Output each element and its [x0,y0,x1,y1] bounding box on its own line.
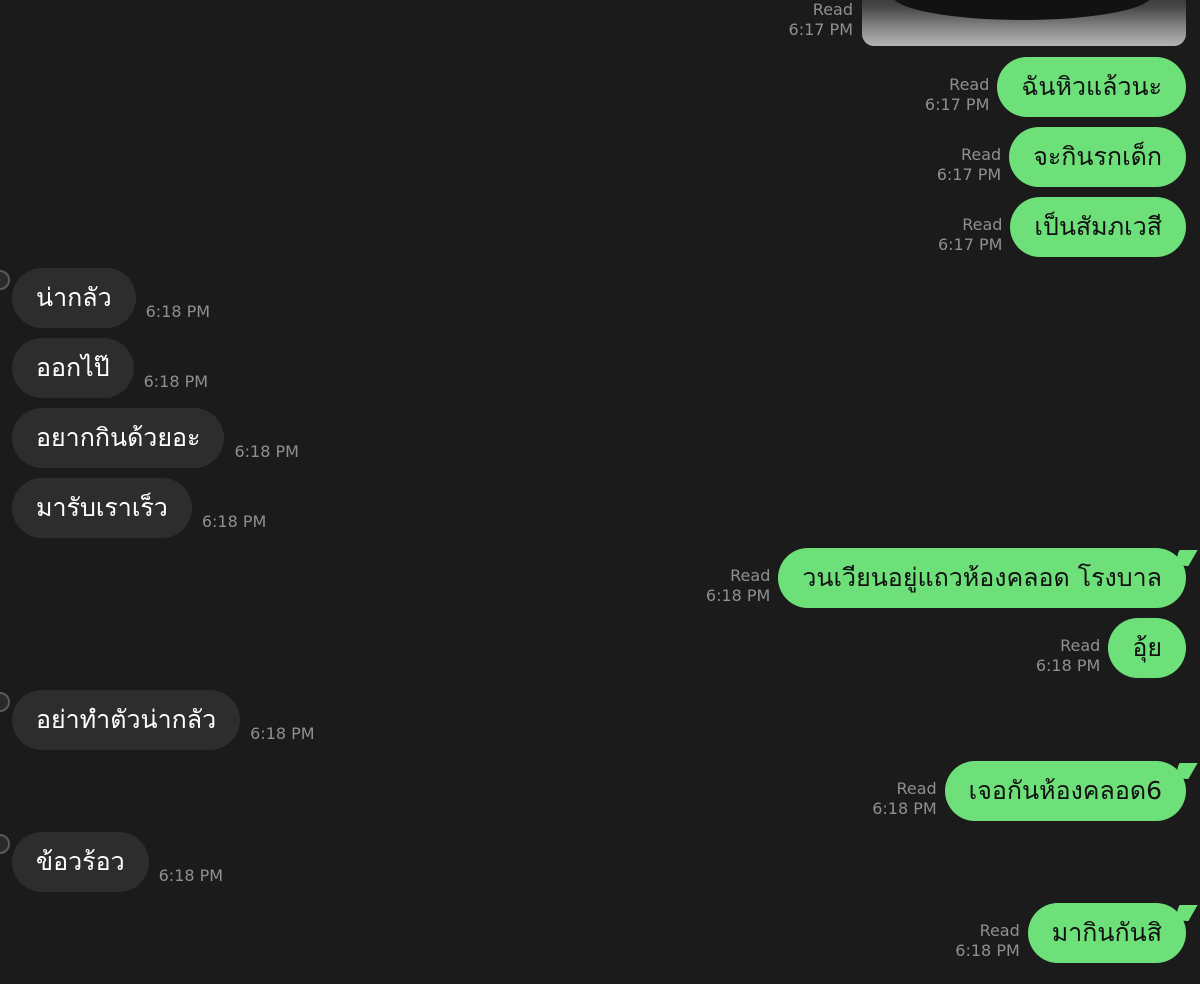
read-status: Read [979,921,1020,940]
message-bubble-incoming[interactable]: อย่าทำตัวน่ากลัว [12,690,241,750]
message-row-outgoing: Read 6:18 PM มากินกันสิ [955,903,1186,963]
message-time: 6:17 PM [936,165,1002,184]
message-time: 6:18 PM [158,866,224,885]
message-time: 6:17 PM [937,235,1003,254]
message-row-outgoing: Read 6:18 PM วนเวียนอยู่แถวห้องคลอด โรงบ… [706,548,1186,608]
message-time: 6:18 PM [145,302,211,321]
message-bubble-outgoing[interactable]: มากินกันสิ [1027,903,1186,963]
message-row-outgoing: Read 6:17 PM ฉันหิวแล้วนะ [925,57,1186,117]
message-row-incoming: มารับเราเร็ว 6:18 PM [12,478,266,538]
message-bubble-outgoing[interactable]: ฉันหิวแล้วนะ [997,57,1186,117]
message-row-outgoing: Read 6:18 PM อุ้ย [1036,618,1186,678]
sender-avatar[interactable] [0,270,10,290]
message-time: 6:18 PM [1035,656,1101,675]
message-bubble-outgoing[interactable]: จะกินรกเด็ก [1009,127,1186,187]
message-bubble-incoming[interactable]: น่ากลัว [12,268,136,328]
message-row-incoming: น่ากลัว 6:18 PM [12,268,210,328]
read-status: Read [730,566,771,585]
read-status: Read [812,0,853,19]
message-bubble-incoming[interactable]: อยากกินด้วยอะ [12,408,225,468]
message-time: 6:18 PM [143,372,209,391]
message-row-outgoing: Read 6:18 PM เจอกันห้องคลอด6 [872,761,1186,821]
message-time: 6:18 PM [705,586,771,605]
message-row-outgoing: Read 6:17 PM จะกินรกเด็ก [937,127,1186,187]
message-bubble-incoming[interactable]: ออกไป๊ [12,338,134,398]
message-meta: Read 6:18 PM [1036,636,1100,676]
read-status: Read [961,145,1002,164]
message-meta: Read 6:18 PM [955,921,1019,961]
message-time: 6:18 PM [201,512,267,531]
read-status: Read [896,779,937,798]
message-time: 6:18 PM [872,799,937,818]
message-time: 6:18 PM [955,941,1020,960]
sender-avatar[interactable] [0,834,10,854]
message-time: 6:17 PM [924,95,990,114]
message-meta: Read 6:17 PM [925,75,989,115]
message-meta: Read 6:17 PM [937,145,1001,185]
message-row-incoming: ข้อวร้อว 6:18 PM [12,832,223,892]
message-meta: Read 6:17 PM [938,215,1002,255]
message-bubble-outgoing[interactable]: เจอกันห้องคลอด6 [944,761,1186,821]
photo-thumbnail[interactable] [862,0,1186,46]
message-meta: Read 6:18 PM [706,566,770,606]
photo-message-meta: Read 6:17 PM [789,0,853,40]
message-bubble-incoming[interactable]: ข้อวร้อว [12,832,149,892]
message-bubble-outgoing[interactable]: วนเวียนอยู่แถวห้องคลอด โรงบาล [778,548,1186,608]
message-row-incoming: อยากกินด้วยอะ 6:18 PM [12,408,299,468]
sender-avatar[interactable] [0,692,10,712]
message-time: 6:17 PM [788,20,853,39]
message-time: 6:18 PM [234,442,299,461]
read-status: Read [962,215,1003,234]
message-bubble-outgoing[interactable]: อุ้ย [1108,618,1186,678]
message-row-incoming: อย่าทำตัวน่ากลัว 6:18 PM [12,690,315,750]
message-bubble-incoming[interactable]: มารับเราเร็ว [12,478,192,538]
message-time: 6:18 PM [250,724,315,743]
read-status: Read [1060,636,1101,655]
message-bubble-outgoing[interactable]: เป็นสัมภเวสี [1010,197,1186,257]
message-meta: Read 6:18 PM [872,779,936,819]
message-row-incoming: ออกไป๊ 6:18 PM [12,338,208,398]
photo-content [892,0,1152,20]
message-row-outgoing: Read 6:17 PM เป็นสัมภเวสี [938,197,1186,257]
read-status: Read [949,75,990,94]
